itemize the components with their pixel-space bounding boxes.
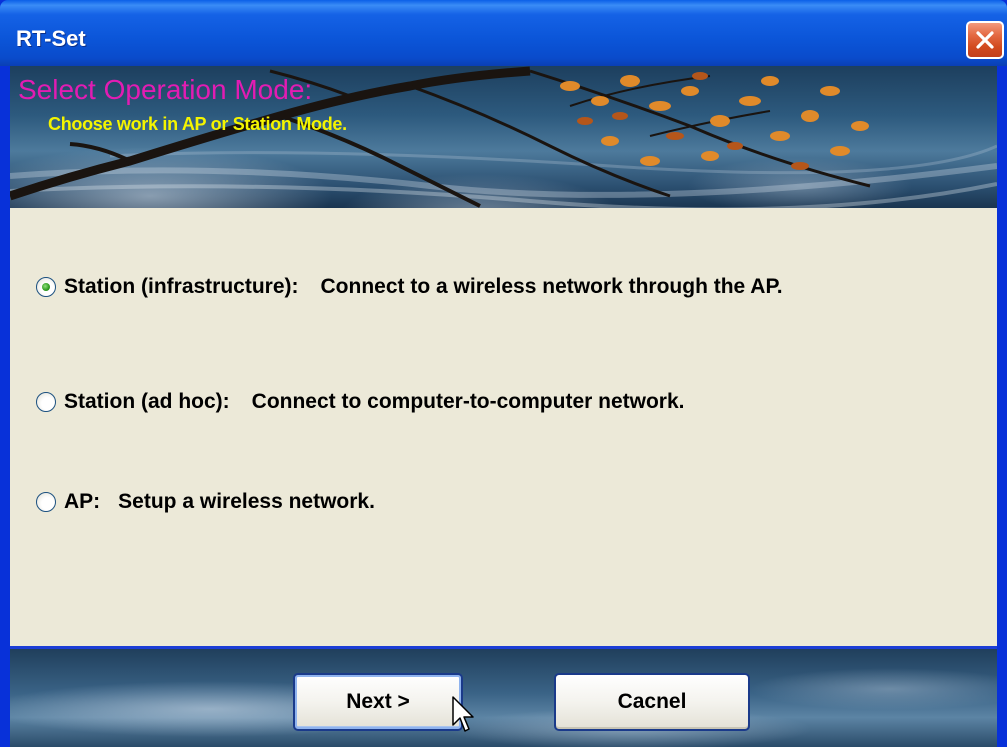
footer-bar: Next > Cacnel	[10, 649, 997, 747]
dialog-window: RT-Set Select Operation Mode: Choose wor…	[0, 0, 1007, 747]
option-description: Setup a wireless network.	[118, 490, 375, 513]
option-ap[interactable]: AP: Setup a wireless network.	[36, 490, 375, 514]
mouse-pointer-icon	[452, 696, 474, 732]
cancel-button[interactable]: Cacnel	[554, 673, 750, 731]
banner-subtitle: Choose work in AP or Station Mode.	[48, 114, 347, 134]
close-button[interactable]	[966, 21, 1004, 59]
option-station-adhoc[interactable]: Station (ad hoc): Connect to computer-to…	[36, 390, 685, 414]
title-bar[interactable]: RT-Set	[0, 0, 1007, 66]
banner-title: Select Operation Mode:	[18, 74, 313, 105]
radio-button-checked[interactable]	[36, 277, 56, 297]
window-title: RT-Set	[16, 26, 86, 51]
radio-button[interactable]	[36, 392, 56, 412]
option-label: AP:	[64, 490, 101, 513]
options-panel: Station (infrastructure): Connect to a w…	[10, 208, 997, 646]
option-station-infrastructure[interactable]: Station (infrastructure): Connect to a w…	[36, 275, 783, 299]
option-label: Station (ad hoc):	[64, 390, 230, 413]
header-banner: Select Operation Mode: Choose work in AP…	[10, 66, 997, 208]
next-button[interactable]: Next >	[293, 673, 463, 731]
close-icon	[976, 31, 994, 49]
option-description: Connect to a wireless network through th…	[320, 275, 783, 298]
option-label: Station (infrastructure):	[64, 275, 299, 298]
option-description: Connect to computer-to-computer network.	[251, 390, 685, 413]
radio-button[interactable]	[36, 492, 56, 512]
